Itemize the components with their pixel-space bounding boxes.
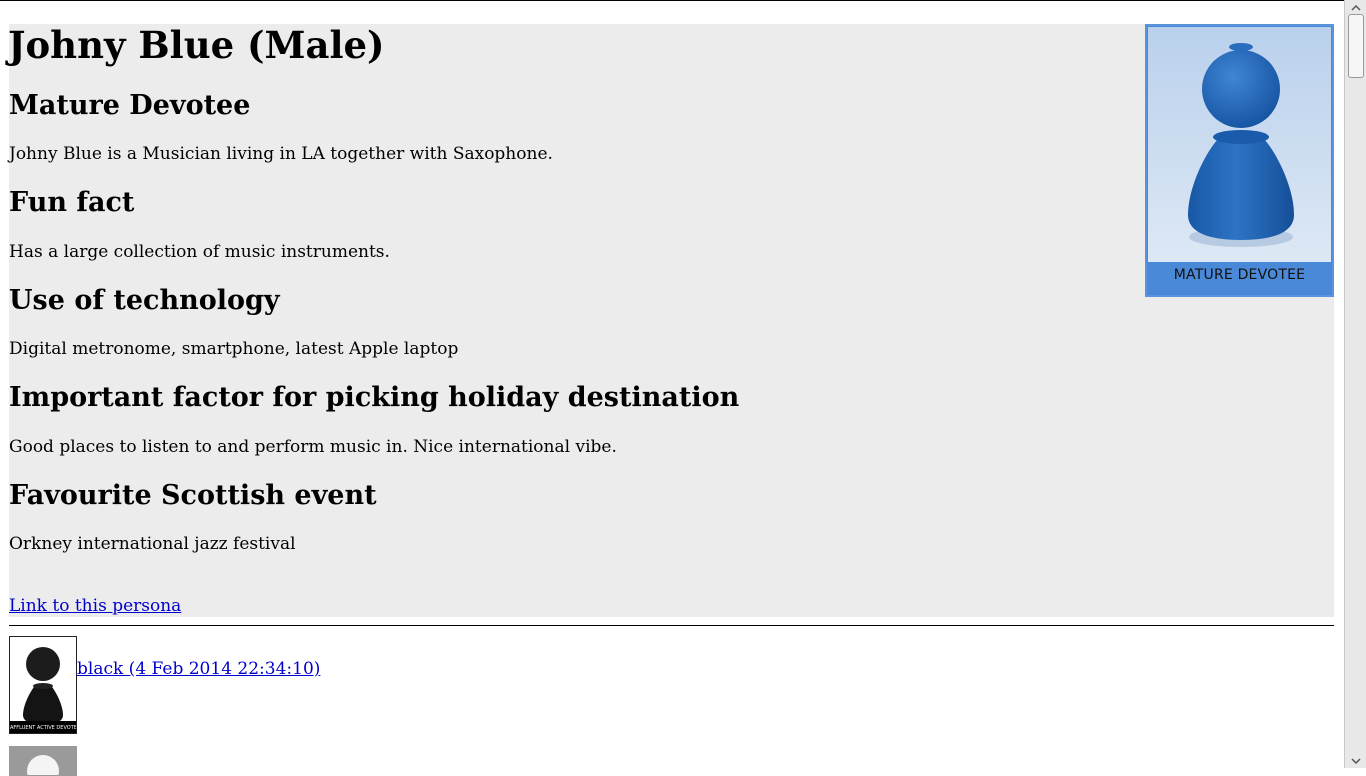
persona-badge: MATURE DEVOTEE (1145, 24, 1334, 297)
holiday-factor-heading: Important factor for picking holiday des… (9, 382, 740, 413)
persona-title: Johny Blue (Male) (8, 23, 385, 67)
scottish-event-text: Orkney international jazz festival (9, 534, 296, 554)
divider (9, 625, 1334, 626)
persona-description: Johny Blue is a Musician living in LA to… (9, 144, 553, 164)
persona-figure-image (1148, 27, 1331, 262)
holiday-factor-text: Good places to listen to and perform mus… (9, 437, 617, 457)
related-persona-thumbnail[interactable]: AFFLUENT ACTIVE DEVOTEE (9, 636, 77, 734)
scrollbar-thumb[interactable] (1348, 14, 1364, 78)
scroll-down-icon[interactable] (1350, 756, 1362, 766)
fun-fact-heading: Fun fact (9, 187, 135, 218)
persona-panel: Johny Blue (Male) Mature Devotee Johny B… (8, 23, 1334, 617)
thumbnail-caption: AFFLUENT ACTIVE DEVOTEE (10, 725, 77, 731)
scroll-up-icon[interactable] (1350, 3, 1362, 13)
related-persona-thumbnail-2[interactable] (9, 746, 77, 776)
fun-fact-text: Has a large collection of music instrume… (9, 242, 390, 262)
scottish-event-heading: Favourite Scottish event (9, 480, 377, 511)
badge-caption: MATURE DEVOTEE (1173, 267, 1306, 283)
vertical-scrollbar[interactable] (1344, 0, 1366, 768)
persona-link[interactable]: Link to this persona (9, 595, 181, 617)
technology-heading: Use of technology (9, 285, 280, 316)
technology-text: Digital metronome, smartphone, latest Ap… (9, 339, 459, 359)
segment-heading: Mature Devotee (9, 90, 251, 121)
top-border (0, 0, 1344, 1)
related-persona-link[interactable]: black (4 Feb 2014 22:34:10) (77, 658, 320, 680)
